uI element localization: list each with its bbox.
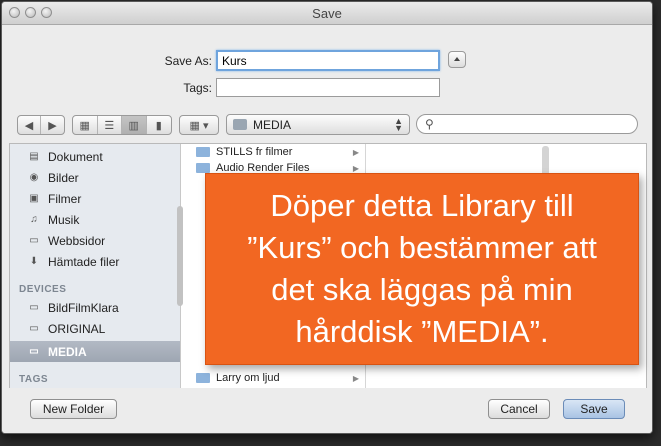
columns-icon: ▥ bbox=[128, 119, 139, 132]
callout-line: det ska läggas på min bbox=[271, 272, 573, 307]
coverflow-icon: ▮ bbox=[155, 119, 162, 132]
camera-icon: ◉ bbox=[29, 172, 39, 183]
sidebar-item-filmer[interactable]: ▣ Filmer bbox=[10, 188, 180, 209]
sidebar-item-bildfilmklara[interactable]: ▭ BildFilmKlara bbox=[10, 297, 180, 318]
save-as-label: Save As: bbox=[164, 54, 212, 68]
tags-input[interactable] bbox=[216, 78, 440, 97]
column-view-button[interactable]: ▥ bbox=[122, 116, 147, 134]
folder-icon bbox=[196, 147, 210, 157]
expand-dialog-button[interactable] bbox=[448, 51, 466, 68]
sidebar: ▤ Dokument ◉ Bilder ▣ Filmer ♫ Musik ▭ W… bbox=[10, 144, 183, 388]
callout-line: Döper detta Library till bbox=[270, 188, 574, 223]
devices-header: DEVICES bbox=[19, 284, 67, 295]
list-view-button[interactable]: ☰ bbox=[98, 116, 122, 134]
grid-icon: ▦ bbox=[79, 119, 90, 132]
sidebar-item-webbsidor[interactable]: ▭ Webbsidor bbox=[10, 230, 180, 251]
callout-line: ”Kurs” och bestämmer att bbox=[247, 230, 597, 265]
back-button[interactable]: ◀ bbox=[18, 116, 42, 134]
sidebar-item-label: Filmer bbox=[48, 191, 82, 206]
location-label: MEDIA bbox=[253, 118, 292, 132]
location-popup[interactable]: MEDIA ▲ ▼ bbox=[226, 114, 410, 135]
coverflow-view-button[interactable]: ▮ bbox=[147, 116, 171, 134]
sidebar-item-dokument[interactable]: ▤ Dokument bbox=[10, 146, 180, 167]
annotation-callout: Döper detta Library till ”Kurs” och best… bbox=[205, 173, 639, 365]
icon-view-button[interactable]: ▦ bbox=[73, 116, 98, 134]
sidebar-item-musik[interactable]: ♫ Musik bbox=[10, 209, 180, 230]
folder-icon bbox=[196, 373, 210, 383]
sidebar-item-label: Bilder bbox=[48, 170, 79, 185]
search-field[interactable]: ⚲ bbox=[416, 114, 638, 134]
sidebar-scrollbar[interactable] bbox=[177, 206, 183, 306]
disk-icon: ▭ bbox=[29, 302, 39, 313]
chevron-right-icon: ▶ bbox=[352, 147, 359, 157]
callout-text: Döper detta Library till ”Kurs” och best… bbox=[247, 185, 597, 353]
sidebar-item-hamtade-filer[interactable]: ⬇ Hämtade filer bbox=[10, 251, 180, 272]
search-icon: ⚲ bbox=[425, 117, 434, 131]
folder-icon bbox=[196, 163, 210, 173]
tags-header: TAGS bbox=[19, 374, 49, 385]
list-icon: ☰ bbox=[104, 119, 115, 132]
list-item[interactable]: STILLS fr filmer ▶ bbox=[190, 146, 365, 158]
back-forward-control: ◀ ▶ bbox=[17, 115, 65, 135]
window-title: Save bbox=[312, 6, 342, 21]
sidebar-item-label: Musik bbox=[48, 212, 80, 227]
sidebar-item-media[interactable]: ▭ MEDIA bbox=[10, 341, 180, 362]
sidebar-item-label: MEDIA bbox=[48, 344, 87, 359]
chevron-right-icon: ▶ bbox=[352, 163, 359, 173]
chevron-right-icon: ▶ bbox=[48, 119, 57, 132]
save-button[interactable]: Save bbox=[563, 399, 625, 419]
sidebar-item-original[interactable]: ▭ ORIGINAL bbox=[10, 318, 180, 339]
save-as-input[interactable] bbox=[216, 50, 440, 71]
callout-line: hårddisk ”MEDIA”. bbox=[295, 314, 549, 349]
sidebar-item-label: ORIGINAL bbox=[48, 321, 106, 336]
document-icon: ▤ bbox=[29, 151, 39, 162]
sidebar-item-label: Hämtade filer bbox=[48, 254, 120, 269]
arrange-menu[interactable]: ▦ ▾ bbox=[179, 115, 219, 135]
arrange-icon: ▦ ▾ bbox=[189, 119, 209, 132]
chevron-left-icon: ◀ bbox=[24, 119, 34, 132]
list-item[interactable]: Larry om ljud ▶ bbox=[190, 372, 365, 384]
disk-icon: ▭ bbox=[29, 346, 39, 357]
new-folder-button[interactable]: New Folder bbox=[30, 399, 117, 419]
forward-button[interactable]: ▶ bbox=[41, 116, 64, 134]
chevron-right-icon: ▶ bbox=[352, 373, 359, 383]
title-bar: Save bbox=[2, 2, 652, 25]
sidebar-item-bilder[interactable]: ◉ Bilder bbox=[10, 167, 180, 188]
drive-icon bbox=[233, 119, 247, 130]
sidebar-item-label: Dokument bbox=[48, 149, 103, 164]
sidebar-item-label: Webbsidor bbox=[48, 233, 106, 248]
disk-icon: ▭ bbox=[29, 323, 39, 334]
view-mode-control: ▦ ☰ ▥ ▮ bbox=[72, 115, 172, 135]
film-icon: ▣ bbox=[29, 193, 39, 204]
updown-arrows-icon: ▲ ▼ bbox=[394, 116, 403, 133]
cancel-button[interactable]: Cancel bbox=[488, 399, 550, 419]
download-icon: ⬇ bbox=[29, 256, 39, 267]
music-note-icon: ♫ bbox=[30, 214, 38, 225]
website-folder-icon: ▭ bbox=[29, 235, 39, 246]
tags-label: Tags: bbox=[183, 81, 212, 95]
sidebar-item-label: BildFilmKlara bbox=[48, 300, 119, 315]
